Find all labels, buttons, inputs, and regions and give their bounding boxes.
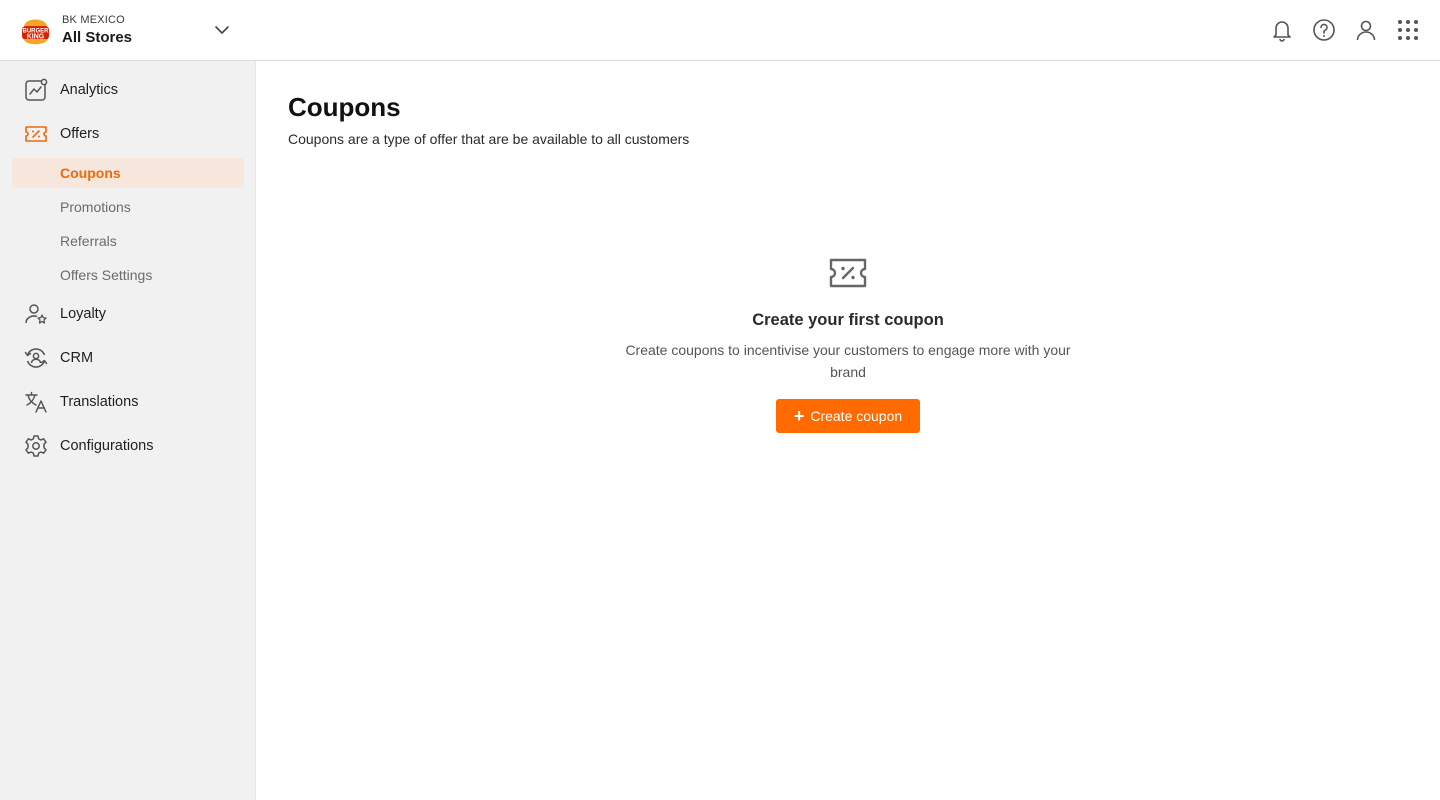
sidebar-item-translations[interactable]: Translations — [12, 384, 244, 420]
user-icon[interactable] — [1354, 16, 1378, 44]
sidebar-item-label: CRM — [60, 350, 94, 366]
main-content: Coupons Coupons are a type of offer that… — [256, 61, 1440, 800]
sidebar-subitem-coupons[interactable]: Coupons — [12, 158, 244, 188]
sidebar-item-loyalty[interactable]: Loyalty — [12, 296, 244, 332]
burger-king-logo: BURGER KING — [22, 19, 49, 45]
ticket-icon — [25, 126, 47, 142]
chevron-down-icon[interactable] — [212, 20, 232, 40]
sidebar-item-analytics[interactable]: Analytics — [12, 72, 244, 108]
refresh-user-icon — [24, 348, 48, 368]
store-selector[interactable]: BURGER KING BK MEXICO All Stores — [20, 12, 132, 48]
sidebar-subitem-label: Offers Settings — [60, 267, 153, 283]
apps-grid-icon[interactable] — [1396, 16, 1420, 44]
user-star-icon — [25, 304, 47, 324]
translate-icon — [25, 391, 47, 413]
ticket-icon — [829, 258, 867, 288]
sidebar-subitem-label: Referrals — [60, 233, 117, 249]
store-name: All Stores — [62, 29, 133, 46]
sidebar-item-offers[interactable]: Offers — [12, 116, 244, 152]
top-icons — [1270, 16, 1420, 44]
top-bar: BURGER KING BK MEXICO All Stores — [0, 0, 1440, 61]
plus-icon: + — [793, 406, 805, 426]
sidebar-item-label: Loyalty — [60, 306, 106, 322]
sidebar-item-configurations[interactable]: Configurations — [12, 428, 244, 464]
brand-text: BK MEXICO All Stores — [62, 12, 132, 48]
create-coupon-label: Create coupon — [810, 408, 903, 424]
sidebar-item-crm[interactable]: CRM — [12, 340, 244, 376]
empty-state-description: Create coupons to incentivise your custo… — [625, 342, 1071, 380]
empty-state: Create your first coupon Create coupons … — [623, 253, 1073, 433]
sidebar-subitem-label: Coupons — [60, 165, 121, 181]
bell-icon[interactable] — [1270, 16, 1294, 44]
sidebar-subitem-referrals[interactable]: Referrals — [12, 226, 244, 256]
sidebar: Analytics Offers Coupons Promotions Refe… — [0, 61, 256, 800]
sidebar-item-label: Translations — [60, 394, 139, 410]
empty-state-title: Create your first coupon — [752, 311, 944, 329]
sidebar-subitem-label: Promotions — [60, 199, 131, 215]
page-subtitle: Coupons are a type of offer that are be … — [288, 131, 690, 147]
svg-text:KING: KING — [27, 34, 45, 41]
org-name: BK MEXICO — [62, 14, 125, 26]
page-title: Coupons — [288, 92, 401, 122]
analytics-icon — [25, 78, 48, 101]
sidebar-subitem-promotions[interactable]: Promotions — [12, 192, 244, 222]
sidebar-item-label: Configurations — [60, 438, 154, 454]
help-icon[interactable] — [1312, 16, 1336, 44]
create-coupon-button[interactable]: + Create coupon — [776, 399, 920, 433]
sidebar-subitem-offers-settings[interactable]: Offers Settings — [12, 260, 244, 290]
sidebar-item-label: Offers — [60, 126, 100, 142]
sidebar-item-label: Analytics — [60, 82, 119, 98]
gear-icon — [25, 435, 47, 457]
